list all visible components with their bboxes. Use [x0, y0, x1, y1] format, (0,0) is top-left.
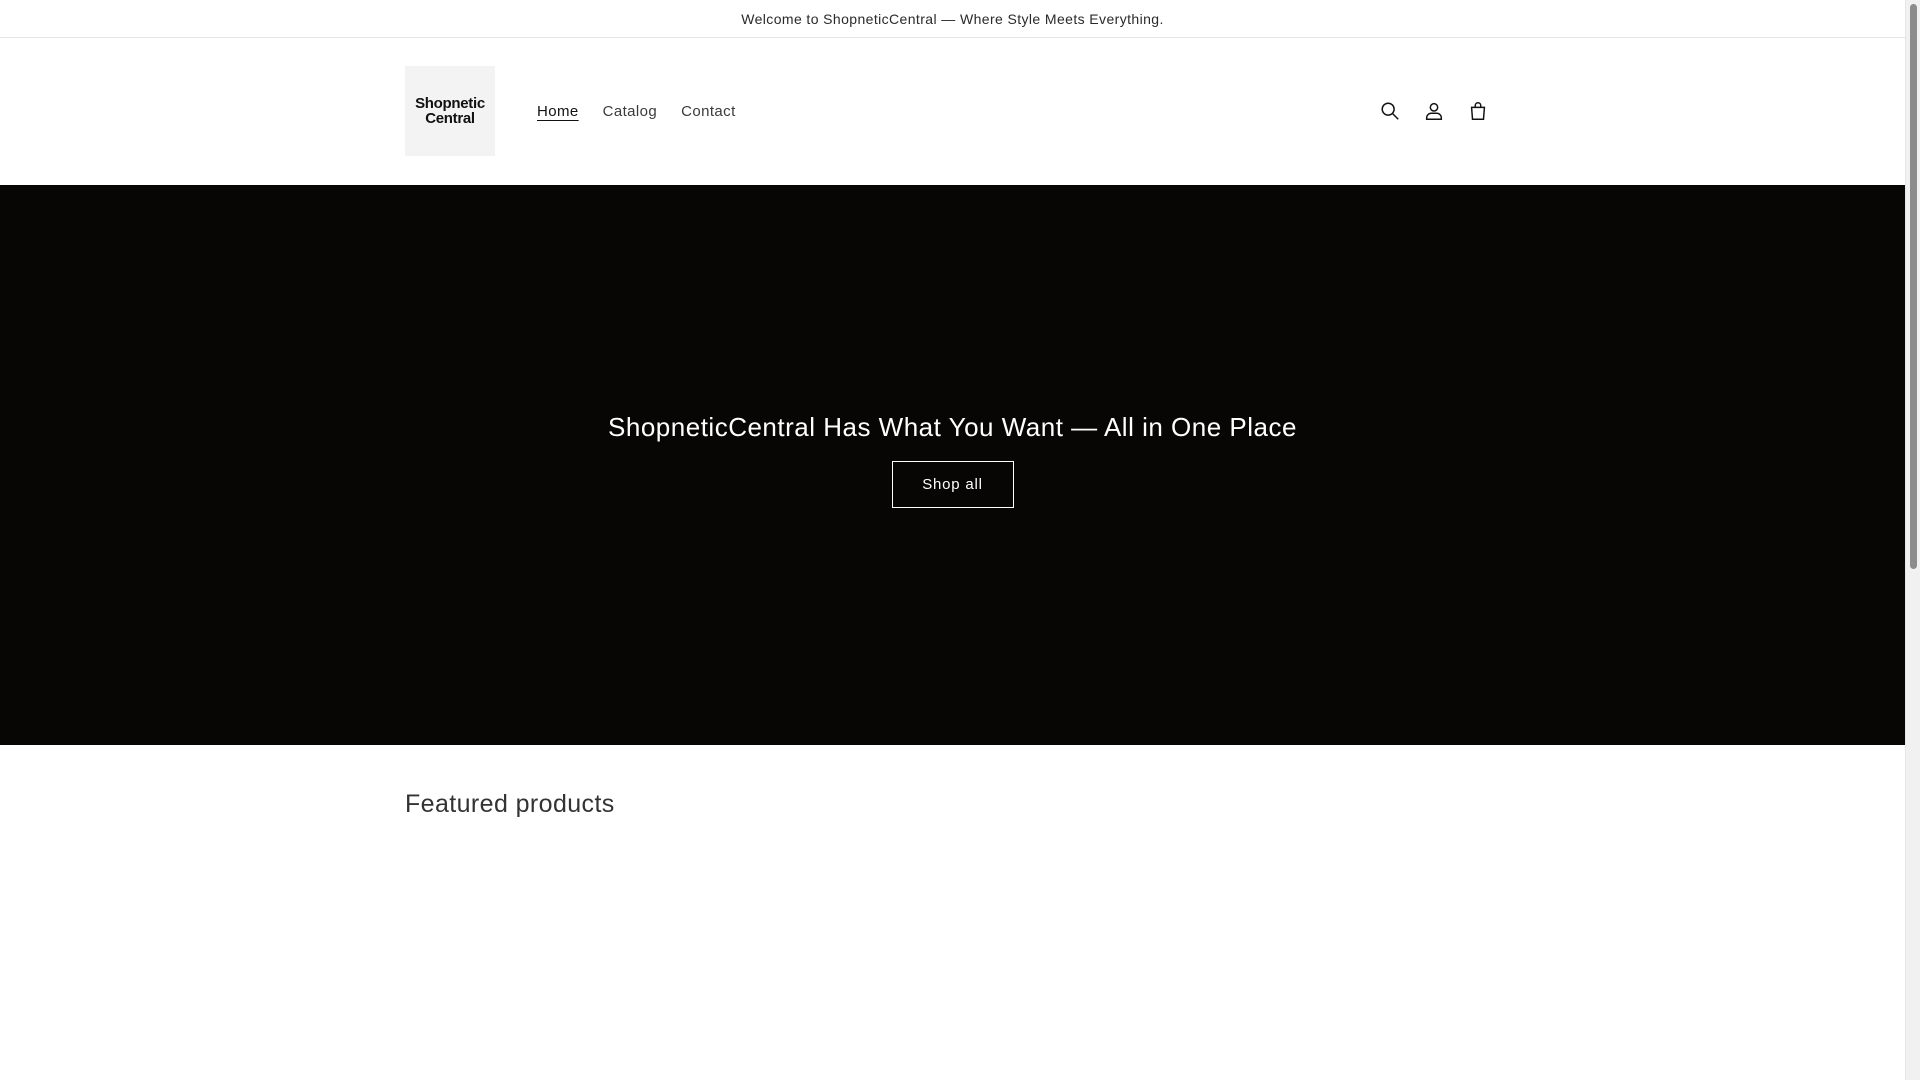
page-scrollbar[interactable] [1905, 0, 1920, 1080]
nav-home[interactable]: Home [525, 97, 591, 126]
logo-line-2: Central [425, 110, 475, 127]
header-icons [1368, 89, 1500, 133]
scrollbar-thumb[interactable] [1910, 4, 1917, 569]
announcement-text: Welcome to ShopneticCentral — Where Styl… [741, 10, 1164, 27]
cart-icon [1470, 102, 1486, 120]
main-nav: Home Catalog Contact [525, 97, 748, 126]
account-button[interactable] [1412, 89, 1456, 133]
nav-contact[interactable]: Contact [669, 97, 748, 126]
store-logo[interactable]: Shopnetic Central [405, 66, 495, 156]
site-header: Shopnetic Central Home Catalog Contact [0, 38, 1905, 184]
page: Welcome to ShopneticCentral — Where Styl… [0, 0, 1905, 1080]
shop-all-button[interactable]: Shop all [891, 461, 1014, 508]
hero-title: ShopneticCentral Has What You Want — All… [608, 412, 1297, 442]
featured-products-title: Featured products [405, 790, 615, 818]
browser-viewport: Welcome to ShopneticCentral — Where Styl… [0, 0, 1920, 1080]
search-button[interactable] [1368, 89, 1412, 133]
logo-line-1: Shopnetic [415, 95, 485, 112]
hero-banner: ShopneticCentral Has What You Want — All… [0, 185, 1905, 745]
account-icon [1425, 102, 1443, 120]
cart-button[interactable] [1456, 89, 1500, 133]
header-inner: Shopnetic Central Home Catalog Contact [405, 66, 1500, 156]
featured-products-section: Featured products [405, 790, 615, 819]
nav-catalog[interactable]: Catalog [591, 97, 670, 126]
search-icon [1381, 102, 1399, 120]
announcement-bar: Welcome to ShopneticCentral — Where Styl… [0, 0, 1905, 38]
